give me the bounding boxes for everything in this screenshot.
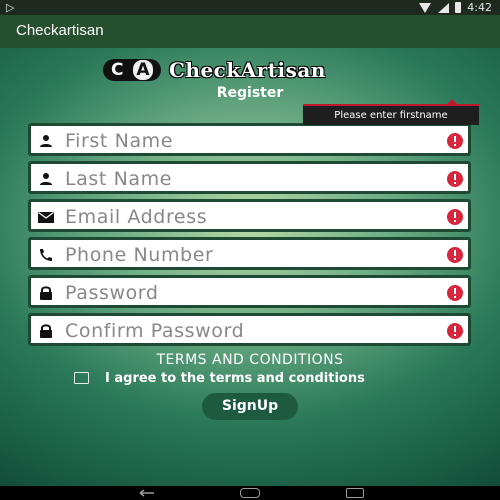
- password-field[interactable]: [28, 275, 471, 308]
- error-icon: [447, 247, 463, 263]
- email-icon: [38, 212, 54, 223]
- register-heading: Register: [216, 85, 284, 101]
- checkartisan-logo: C A CheckArtisan: [103, 58, 326, 82]
- status-indicators: 4:42: [419, 0, 492, 15]
- lock-icon: [40, 286, 52, 300]
- email-field[interactable]: [28, 199, 471, 232]
- terms-label: I agree to the terms and conditions: [105, 370, 365, 386]
- logo-badge: C A: [103, 59, 161, 81]
- last-name-field[interactable]: [28, 161, 471, 194]
- error-icon: [447, 209, 463, 225]
- error-icon: [447, 133, 463, 149]
- terms-agree-row[interactable]: I agree to the terms and conditions: [74, 370, 365, 386]
- back-icon[interactable]: [138, 489, 156, 497]
- phone-input[interactable]: [65, 242, 435, 268]
- first-name-input[interactable]: [65, 128, 435, 154]
- first-name-field[interactable]: [28, 123, 471, 156]
- lock-icon: [40, 324, 52, 338]
- logo-badge-c: C: [111, 60, 124, 80]
- app-title: Checkartisan: [16, 22, 104, 39]
- confirm-password-field[interactable]: [28, 313, 471, 346]
- status-time: 4:42: [467, 1, 492, 14]
- phone-field[interactable]: [28, 237, 471, 270]
- email-input[interactable]: [65, 204, 435, 230]
- phone-icon: [40, 249, 52, 261]
- password-input[interactable]: [65, 280, 435, 306]
- navigation-bar: [0, 486, 500, 500]
- error-tooltip: Please enter firstname: [303, 99, 479, 125]
- status-bar: ▷ 4:42: [0, 0, 500, 15]
- logo-badge-a: A: [133, 60, 153, 80]
- battery-icon: [455, 2, 462, 13]
- error-icon: [447, 285, 463, 301]
- signup-button[interactable]: SignUp: [202, 393, 298, 420]
- register-screen: C A CheckArtisan Register First Name Las…: [0, 48, 500, 486]
- signal-icon: [438, 2, 450, 13]
- error-icon: [447, 323, 463, 339]
- error-icon: [447, 171, 463, 187]
- app-bar: Checkartisan: [0, 15, 500, 48]
- last-name-input[interactable]: [65, 166, 435, 192]
- logo-text: CheckArtisan: [169, 58, 326, 82]
- wifi-icon: [419, 2, 432, 13]
- recent-apps-icon[interactable]: [346, 488, 364, 498]
- terms-checkbox[interactable]: [74, 372, 89, 384]
- person-icon: [40, 135, 52, 147]
- play-store-notification-icon: ▷: [6, 1, 15, 14]
- confirm-password-input[interactable]: [65, 318, 435, 344]
- terms-title[interactable]: TERMS AND CONDITIONS: [0, 352, 500, 368]
- person-icon: [40, 173, 52, 185]
- home-icon[interactable]: [240, 488, 260, 498]
